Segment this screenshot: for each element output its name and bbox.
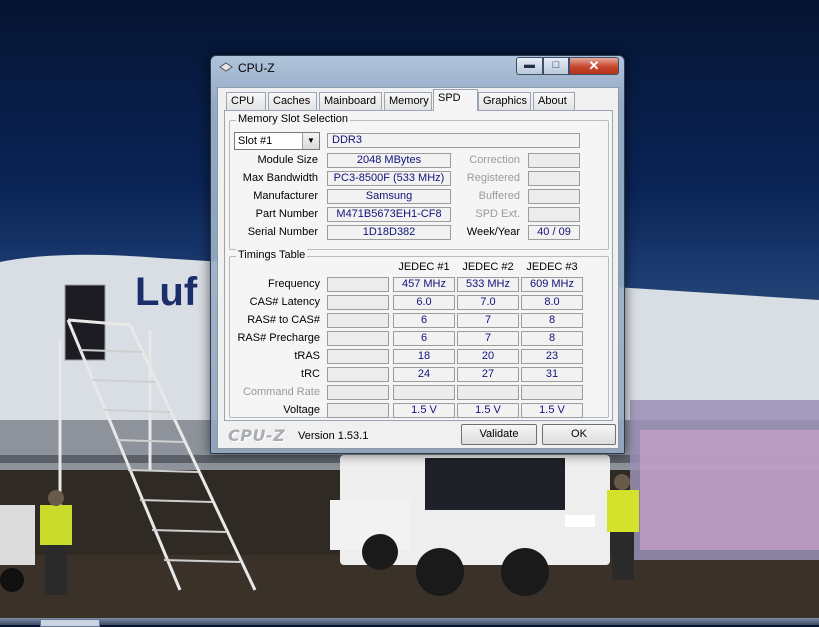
timing-row-label: Frequency — [268, 278, 320, 290]
timings-column-header: JEDEC #3 — [526, 261, 578, 273]
timing-value-field: 23 — [521, 349, 583, 364]
timing-spare-field — [327, 349, 389, 364]
buffered-field — [528, 189, 580, 204]
tab-memory[interactable]: Memory — [384, 92, 432, 110]
maximize-button[interactable]: □ — [543, 57, 569, 75]
timing-value-field: 1.5 V — [393, 403, 455, 418]
timing-value-field — [521, 385, 583, 400]
tab-cpu[interactable]: CPU — [226, 92, 266, 110]
timing-row-label: RAS# to CAS# — [247, 314, 320, 326]
timing-row-label: CAS# Latency — [249, 296, 320, 308]
timing-spare-field — [327, 277, 389, 292]
ok-button[interactable]: OK — [542, 424, 616, 445]
timing-spare-field — [327, 331, 389, 346]
tab-graphics[interactable]: Graphics — [478, 92, 531, 110]
timing-spare-field — [327, 295, 389, 310]
timings-column-header: JEDEC #2 — [462, 261, 514, 273]
cpuz-window: CPU-Z ▬ □ ✕ CPU Caches Mainboard Memory … — [210, 55, 625, 454]
timing-value-field: 7 — [457, 331, 519, 346]
timing-value-field: 533 MHz — [457, 277, 519, 292]
timings-column-header: JEDEC #1 — [398, 261, 450, 273]
timing-value-field — [393, 385, 455, 400]
timing-spare-field — [327, 403, 389, 418]
slot-select[interactable]: Slot #1 ▼ — [234, 132, 320, 150]
timing-value-field: 8 — [521, 331, 583, 346]
timing-value-field: 27 — [457, 367, 519, 382]
timings-group-title: Timings Table — [236, 249, 308, 261]
tab-about[interactable]: About — [533, 92, 575, 110]
max-bandwidth-label: Max Bandwidth — [242, 172, 318, 184]
tab-spd[interactable]: SPD — [433, 89, 478, 111]
part-number-field: M471B5673EH1-CF8 — [327, 207, 451, 222]
part-number-label: Part Number — [255, 208, 318, 220]
timing-value-field — [457, 385, 519, 400]
timing-value-field: 8 — [521, 313, 583, 328]
slot-select-value: Slot #1 — [238, 135, 273, 147]
memory-slot-group: Memory Slot Selection Slot #1 ▼ DDR3 Mod… — [229, 113, 609, 250]
timing-value-field: 24 — [393, 367, 455, 382]
timing-row-label: Voltage — [283, 404, 320, 416]
client-area: CPU Caches Mainboard Memory SPD Graphics… — [217, 87, 619, 449]
timing-value-field: 18 — [393, 349, 455, 364]
buffered-label: Buffered — [478, 190, 520, 202]
module-size-label: Module Size — [257, 154, 318, 166]
timing-value-field: 609 MHz — [521, 277, 583, 292]
correction-label: Correction — [469, 154, 520, 166]
close-button[interactable]: ✕ — [569, 57, 619, 75]
timing-value-field: 31 — [521, 367, 583, 382]
spd-panel: Memory Slot Selection Slot #1 ▼ DDR3 Mod… — [224, 110, 613, 421]
timing-row-label: tRAS — [294, 350, 320, 362]
timing-value-field: 6 — [393, 313, 455, 328]
week-year-label: Week/Year — [466, 226, 520, 238]
timing-value-field: 1.5 V — [457, 403, 519, 418]
module-size-field: 2048 MBytes — [327, 153, 451, 168]
memory-slot-group-title: Memory Slot Selection — [236, 113, 351, 125]
timing-value-field: 6 — [393, 331, 455, 346]
validate-button[interactable]: Validate — [461, 424, 537, 445]
memory-type-field: DDR3 — [327, 133, 580, 148]
timing-value-field: 8.0 — [521, 295, 583, 310]
window-title: CPU-Z — [238, 61, 275, 75]
minimize-button[interactable]: ▬ — [516, 57, 543, 75]
week-year-field: 40 / 09 — [528, 225, 580, 240]
manufacturer-label: Manufacturer — [253, 190, 318, 202]
timing-value-field: 1.5 V — [521, 403, 583, 418]
serial-number-label: Serial Number — [247, 226, 318, 238]
timing-value-field: 20 — [457, 349, 519, 364]
max-bandwidth-field: PC3-8500F (533 MHz) — [327, 171, 451, 186]
spd-ext-field — [528, 207, 580, 222]
taskbar — [0, 618, 819, 627]
cpuz-app-icon — [219, 62, 233, 72]
taskbar-button[interactable] — [40, 619, 100, 627]
timing-value-field: 7 — [457, 313, 519, 328]
timing-row-label: tRC — [301, 368, 320, 380]
timing-value-field: 7.0 — [457, 295, 519, 310]
timing-spare-field — [327, 385, 389, 400]
chevron-down-icon[interactable]: ▼ — [302, 133, 319, 149]
correction-field — [528, 153, 580, 168]
svg-text:Luf: Luf — [135, 270, 198, 314]
title-bar[interactable]: CPU-Z ▬ □ ✕ — [211, 56, 624, 80]
spd-ext-label: SPD Ext. — [475, 208, 520, 220]
tab-mainboard[interactable]: Mainboard — [319, 92, 382, 110]
timing-spare-field — [327, 367, 389, 382]
version-label: Version 1.53.1 — [298, 430, 369, 442]
serial-number-field: 1D18D382 — [327, 225, 451, 240]
timing-value-field: 457 MHz — [393, 277, 455, 292]
timing-row-label: RAS# Precharge — [237, 332, 320, 344]
timing-value-field: 6.0 — [393, 295, 455, 310]
tab-caches[interactable]: Caches — [268, 92, 317, 110]
timings-group: Timings Table JEDEC #1 JEDEC #2 JEDEC #3… — [229, 249, 609, 418]
timing-spare-field — [327, 313, 389, 328]
cpuz-brand-logo: CPU-Z — [228, 426, 286, 445]
registered-field — [528, 171, 580, 186]
manufacturer-field: Samsung — [327, 189, 451, 204]
timing-row-label: Command Rate — [242, 386, 320, 398]
registered-label: Registered — [466, 172, 520, 184]
